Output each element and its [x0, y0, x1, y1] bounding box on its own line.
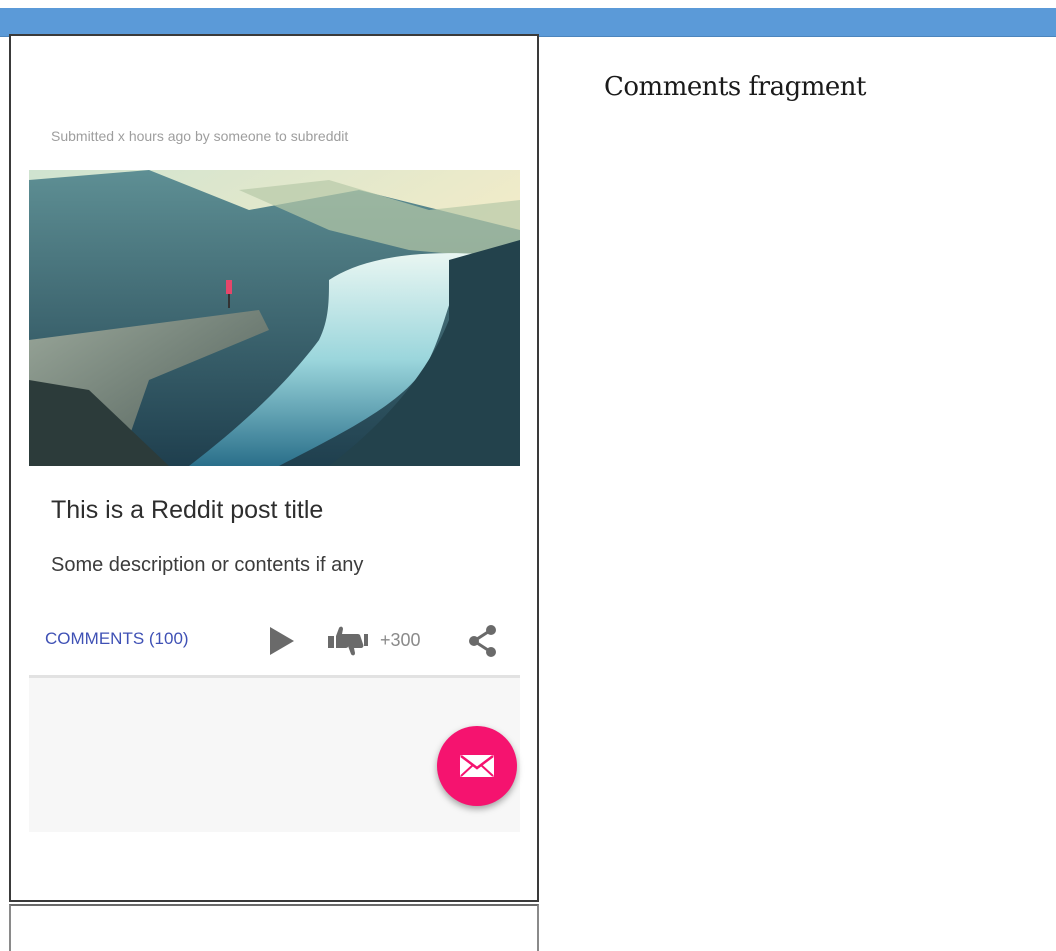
submitted-meta: Submitted x hours ago by someone to subr… — [51, 128, 349, 144]
post-title: This is a Reddit post title — [51, 496, 324, 524]
mail-fab-button[interactable] — [437, 726, 517, 806]
share-icon[interactable] — [467, 624, 499, 658]
thumbs-up-down-icon[interactable] — [326, 622, 368, 658]
phone-frame-next-item — [9, 904, 539, 951]
fragment-label: Comments fragment — [604, 72, 866, 102]
score-label: +300 — [380, 630, 421, 650]
post-description: Some description or contents if any — [51, 554, 364, 576]
page: Submitted x hours ago by someone to subr… — [0, 0, 1056, 951]
top-bar — [0, 8, 1056, 37]
mail-icon — [460, 755, 494, 777]
play-icon[interactable] — [268, 625, 296, 657]
post-image[interactable] — [29, 170, 520, 466]
comments-button[interactable]: COMMENTS (100) — [45, 629, 189, 649]
